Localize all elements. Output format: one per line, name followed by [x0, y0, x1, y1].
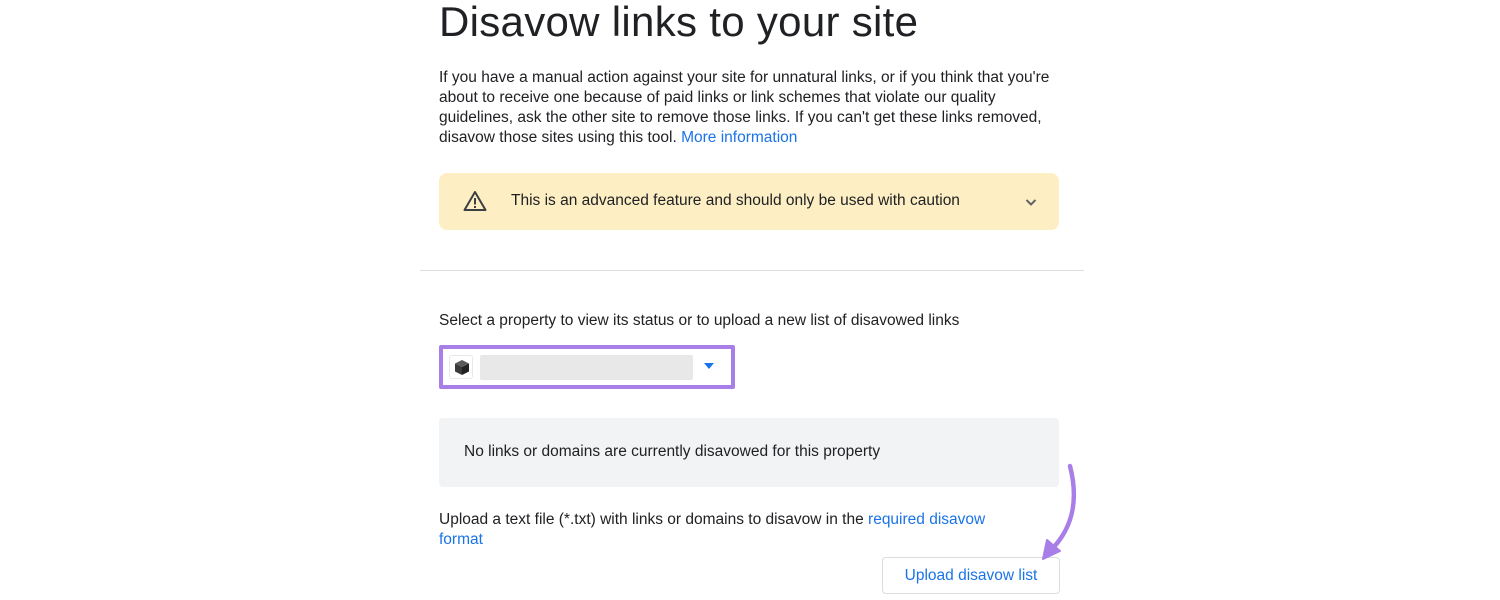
caution-text: This is an advanced feature and should o… — [511, 192, 960, 209]
intro-line-text: disavow those sites using this tool. — [439, 129, 677, 146]
property-icon-box — [449, 355, 473, 379]
warning-triangle-icon — [463, 191, 487, 211]
disavow-page: Disavow links to your site If you have a… — [0, 0, 1500, 600]
annotation-arrow-icon — [1042, 463, 1077, 560]
intro-line: about to receive one because of paid lin… — [439, 89, 996, 106]
property-cube-icon — [455, 360, 469, 375]
property-dropdown[interactable] — [439, 345, 735, 389]
intro-line: guidelines, ask the other site to remove… — [439, 109, 1042, 126]
required-format-link-cont[interactable]: format — [439, 531, 483, 548]
intro-text: If you have a manual action against your… — [439, 68, 1050, 148]
intro-line-last: disavow those sites using this tool. Mor… — [439, 128, 1039, 148]
upload-help-line: Upload a text file (*.txt) with links or… — [439, 510, 999, 530]
chevron-down-icon[interactable] — [1023, 194, 1039, 210]
upload-help-text: Upload a text file (*.txt) with links or… — [439, 510, 999, 550]
caution-banner[interactable]: This is an advanced feature and should o… — [439, 173, 1059, 230]
section-divider — [420, 270, 1084, 271]
more-information-link[interactable]: More information — [681, 129, 797, 146]
page-title: Disavow links to your site — [439, 0, 919, 45]
upload-help-line: format — [439, 530, 999, 550]
required-format-link[interactable]: required disavow — [868, 511, 985, 528]
property-value-redacted — [480, 355, 693, 380]
intro-line: If you have a manual action against your… — [439, 69, 1050, 86]
dropdown-arrow-icon[interactable] — [703, 362, 715, 370]
property-select-label: Select a property to view its status or … — [439, 312, 960, 329]
status-message: No links or domains are currently disavo… — [464, 443, 881, 460]
upload-help-prefix: Upload a text file (*.txt) with links or… — [439, 511, 869, 528]
disavow-status-box: No links or domains are currently disavo… — [439, 418, 1059, 487]
